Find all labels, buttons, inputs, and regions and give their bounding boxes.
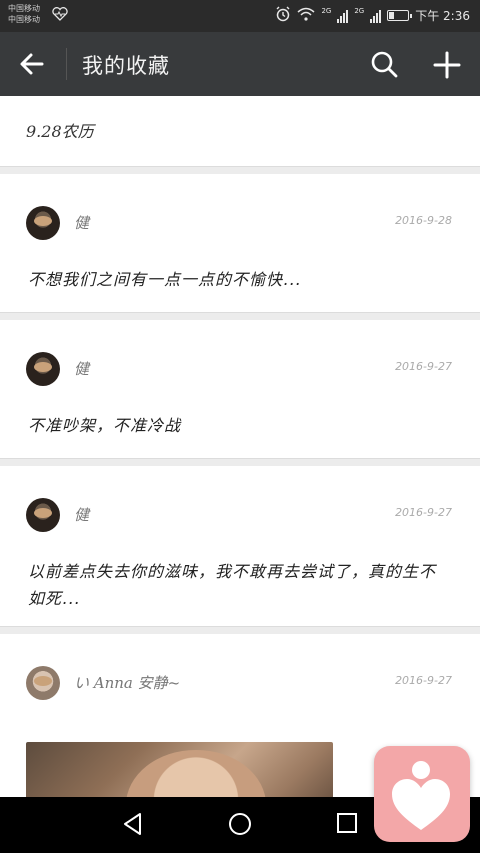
nav-home-button[interactable] <box>226 810 254 838</box>
circle-home-icon <box>229 813 251 835</box>
page-title: 我的收藏 <box>82 54 170 78</box>
signal-icon-1 <box>337 9 349 23</box>
search-icon <box>371 51 398 78</box>
list-item[interactable]: 健 2016-9-27 不准吵架，不准冷战 <box>0 320 480 459</box>
post-date: 2016-9-27 <box>395 360 452 373</box>
battery-icon <box>387 10 413 21</box>
post-date: 2016-9-27 <box>395 674 452 687</box>
avatar[interactable] <box>26 206 60 240</box>
arrow-left-icon <box>20 53 44 75</box>
post-video-thumbnail[interactable] <box>26 742 333 797</box>
heart-person-icon <box>392 761 450 830</box>
post-username: い Anna 安静~ <box>74 674 181 692</box>
square-recents-icon <box>337 813 357 833</box>
carrier-1: 中国移动 <box>8 4 40 13</box>
avatar[interactable] <box>26 498 60 532</box>
network-type-2: 2G <box>354 6 365 15</box>
post-text: 不想我们之间有一点一点的不愉快... <box>28 270 302 289</box>
avatar[interactable] <box>26 666 60 700</box>
alarm-icon <box>275 6 291 25</box>
status-icons: 2G 2G 下午 2:36 <box>275 6 470 25</box>
plus-icon <box>433 51 461 79</box>
status-bar: 中国移动 中国移动 2G 2G 下午 2:36 <box>0 0 480 32</box>
post-text: 不准吵架，不准冷战 <box>28 416 182 435</box>
post-text: 以前差点失去你的滋味，我不敢再去尝试了，真的生不如死... <box>28 562 437 608</box>
list-item[interactable]: 健 2016-9-27 以前差点失去你的滋味，我不敢再去尝试了，真的生不如死..… <box>0 466 480 627</box>
add-button[interactable] <box>428 46 466 84</box>
status-time: 下午 2:36 <box>415 9 470 23</box>
post-date: 2016-9-28 <box>395 214 452 227</box>
network-type-1: 2G <box>321 6 332 15</box>
post-date: 2016-9-27 <box>395 506 452 519</box>
signal-icon-2 <box>370 9 382 23</box>
back-button[interactable] <box>14 46 50 82</box>
nav-back-button[interactable] <box>118 809 148 839</box>
date-header: 9.28农历 <box>26 122 94 141</box>
floating-heart-button[interactable] <box>374 746 470 842</box>
list-item[interactable]: 健 2016-9-28 不想我们之间有一点一点的不愉快... <box>0 174 480 313</box>
favorites-list[interactable]: 9.28农历 健 2016-9-28 不想我们之间有一点一点的不愉快... 健 … <box>0 96 480 797</box>
carrier-labels: 中国移动 中国移动 <box>8 3 40 25</box>
post-username: 健 <box>74 214 90 232</box>
heart-rate-icon <box>52 7 68 25</box>
post-username: 健 <box>74 506 90 524</box>
triangle-back-icon <box>124 813 141 835</box>
date-header-card: 9.28农历 <box>0 96 480 167</box>
avatar[interactable] <box>26 352 60 386</box>
battery-fill <box>389 12 395 19</box>
app-bar: 我的收藏 <box>0 32 480 96</box>
wifi-icon <box>297 7 315 24</box>
search-button[interactable] <box>366 46 402 82</box>
thumbnail-image <box>126 750 266 797</box>
nav-recents-button[interactable] <box>334 810 360 836</box>
carrier-2: 中国移动 <box>8 15 40 24</box>
app-bar-divider <box>66 48 67 80</box>
post-username: 健 <box>74 360 90 378</box>
